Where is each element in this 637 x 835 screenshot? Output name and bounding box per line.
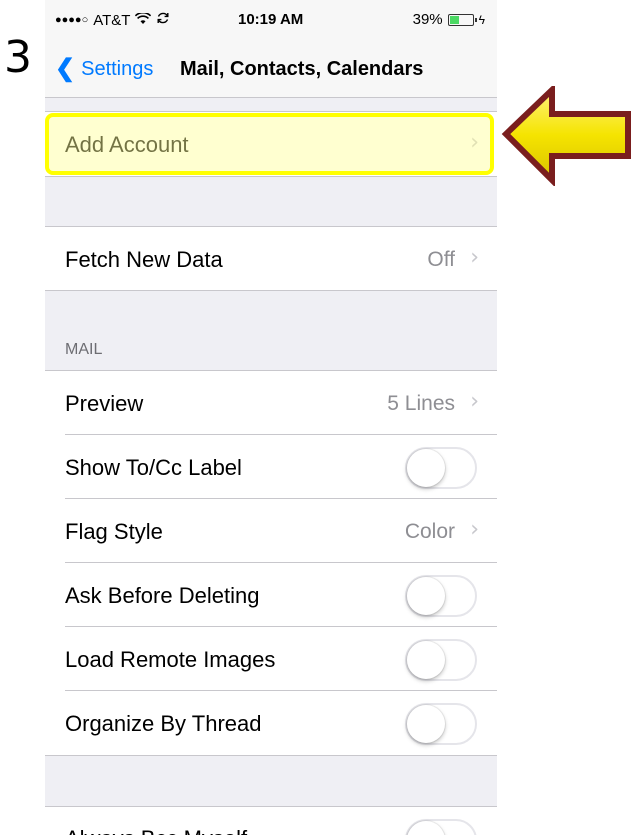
ask-before-deleting-toggle[interactable] [405,575,477,617]
flag-style-row[interactable]: Flag Style Color › [45,499,497,563]
always-bcc-myself-row: Always Bcc Myself [45,807,497,835]
load-remote-images-label: Load Remote Images [65,647,276,672]
load-remote-images-row: Load Remote Images [45,627,497,691]
fetch-new-data-label: Fetch New Data [65,247,223,272]
status-bar: ●●●●○ AT&T 10:19 AM 39% ϟ [45,0,497,40]
organize-by-thread-row: Organize By Thread [45,691,497,755]
toggle-knob [407,821,445,835]
battery-percent: 39% [412,11,443,28]
signal-strength-icon: ●●●●○ [55,14,89,26]
back-label: Settings [81,57,154,80]
battery-icon [447,13,477,26]
flag-style-value: Color [404,520,455,543]
carrier-label: AT&T [93,11,131,29]
chevron-right-icon: › [470,245,479,270]
show-to-cc-toggle[interactable] [405,447,477,489]
navigation-bar: ❮ Settings Mail, Contacts, Calendars [45,40,497,98]
fetch-new-data-value: Off [427,248,455,271]
divider [45,176,497,177]
toggle-knob [407,577,445,615]
toggle-knob [407,641,445,679]
load-remote-images-toggle[interactable] [405,639,477,681]
page-title: Mail, Contacts, Calendars [180,58,424,80]
arrow-left-icon [501,86,631,186]
fetch-new-data-row[interactable]: Fetch New Data Off › [45,227,497,291]
ask-before-deleting-label: Ask Before Deleting [65,583,260,608]
organize-by-thread-label: Organize By Thread [65,711,262,736]
chevron-right-icon: › [470,517,479,542]
section-header-mail: MAIL [65,341,103,358]
preview-value: 5 Lines [387,392,455,415]
toggle-knob [407,449,445,487]
back-button[interactable]: ❮ Settings [55,57,153,81]
preview-label: Preview [65,391,144,416]
step-number: 3 [4,32,32,83]
show-to-cc-label: Show To/Cc Label [65,455,242,480]
chevron-left-icon: ❮ [55,55,76,82]
always-bcc-myself-toggle[interactable] [405,819,477,835]
always-bcc-myself-label: Always Bcc Myself [65,826,247,835]
show-to-cc-label-row: Show To/Cc Label [45,435,497,499]
preview-row[interactable]: Preview 5 Lines › [45,371,497,435]
divider [45,290,497,291]
wifi-icon [135,11,152,29]
organize-by-thread-toggle[interactable] [405,703,477,745]
highlight-box [45,113,494,175]
flag-style-label: Flag Style [65,519,163,544]
charging-icon: ϟ [478,12,485,27]
chevron-right-icon: › [470,389,479,414]
divider [45,755,497,756]
status-time: 10:19 AM [238,11,304,28]
ask-before-deleting-row: Ask Before Deleting [45,563,497,627]
sync-icon [156,11,170,29]
toggle-knob [407,705,445,743]
battery-fill [449,15,459,24]
